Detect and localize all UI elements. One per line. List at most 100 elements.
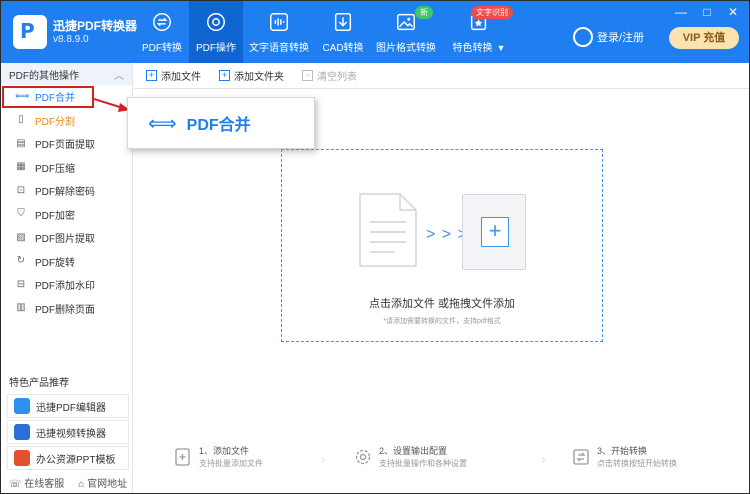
step-title: 2、设置输出配置 bbox=[379, 446, 448, 456]
step-start: 3、开始转换 点击转换按钮开始转换 bbox=[571, 445, 677, 470]
nav-tab-featured[interactable]: 文字识别 特色转换 ▼ bbox=[441, 1, 517, 63]
image-extract-icon: ▨ bbox=[16, 231, 26, 243]
product-label: 迅捷PDF编辑器 bbox=[36, 402, 106, 414]
video-converter-icon bbox=[14, 424, 30, 440]
convert-icon bbox=[573, 449, 589, 465]
ocr-badge: 文字识别 bbox=[471, 6, 513, 19]
watermark-icon: ⊟ bbox=[16, 278, 26, 290]
products-title: 特色产品推荐 bbox=[9, 378, 69, 389]
app-window: P 迅捷PDF转换器 v8.8.9.0 PDF转换 PDF操作 文字语音转换 C… bbox=[0, 0, 750, 494]
cad-icon bbox=[334, 13, 352, 31]
page-extract-icon: ▤ bbox=[16, 137, 26, 149]
add-file-button[interactable]: + 添加文件 bbox=[146, 68, 201, 83]
step-title: 1、添加文件 bbox=[199, 446, 250, 456]
website-link[interactable]: ⌂ 官网地址 bbox=[78, 475, 127, 490]
app-logo: P bbox=[13, 15, 47, 49]
clear-list-button[interactable]: ▫ 清空列表 bbox=[302, 68, 357, 83]
pdf-convert-icon bbox=[153, 13, 171, 31]
user-icon bbox=[573, 27, 593, 47]
maximize-button[interactable]: □ bbox=[701, 5, 713, 19]
merge-icon: ⟺ bbox=[148, 111, 177, 135]
sidebar-item-label: PDF删除页面 bbox=[35, 304, 95, 316]
window-controls: — □ ✕ bbox=[675, 5, 739, 19]
voice-wave-icon bbox=[270, 13, 288, 31]
sidebar-item-label: PDF压缩 bbox=[35, 163, 75, 175]
sidebar-item-label: PDF分割 bbox=[35, 116, 75, 128]
app-version: v8.8.9.0 bbox=[53, 34, 89, 45]
delete-page-icon: ▥ bbox=[16, 302, 26, 314]
sidebar-item-label: PDF加密 bbox=[35, 210, 75, 222]
nav-label: 特色转换 ▼ bbox=[452, 43, 506, 54]
collapse-icon[interactable]: ︿ bbox=[114, 67, 124, 82]
step-separator-icon: › bbox=[321, 451, 326, 467]
sidebar-item-encrypt[interactable]: ⛉ PDF加密 bbox=[1, 203, 132, 227]
ppt-template-icon bbox=[14, 450, 30, 466]
nav-tab-cad[interactable]: CAD转换 bbox=[315, 1, 371, 63]
vip-recharge-button[interactable]: VIP 充值 bbox=[669, 27, 739, 49]
new-badge: 新 bbox=[415, 6, 433, 19]
sidebar-item-rotate[interactable]: ↻ PDF旋转 bbox=[1, 250, 132, 274]
product-ppt-template[interactable]: 办公资源PPT模板 bbox=[7, 446, 129, 470]
sidebar-item-compress[interactable]: ▦ PDF压缩 bbox=[1, 156, 132, 180]
step-desc: 支持批量操作和各种设置 bbox=[379, 459, 467, 468]
sidebar-item-page-extract[interactable]: ▤ PDF页面提取 bbox=[1, 132, 132, 156]
sidebar-item-label: PDF解除密码 bbox=[35, 187, 95, 199]
merge-callout: ⟺ PDF合并 bbox=[127, 97, 315, 149]
sidebar-footer: ☏ 在线客服 ⌂ 官网地址 bbox=[9, 475, 127, 490]
sidebar-item-label: PDF页面提取 bbox=[35, 140, 95, 152]
nav-tab-image[interactable]: 新 图片格式转换 bbox=[371, 1, 441, 63]
add-folder-button[interactable]: + 添加文件夹 bbox=[219, 68, 284, 83]
nav-label: PDF操作 bbox=[196, 43, 236, 54]
toolbar: + 添加文件 + 添加文件夹 ▫ 清空列表 bbox=[134, 63, 749, 89]
step-add-file: 1、添加文件支持批量添加文件 bbox=[173, 445, 263, 470]
product-pdf-editor[interactable]: 迅捷PDF编辑器 bbox=[7, 394, 129, 418]
login-label: 登录/注册 bbox=[597, 32, 645, 44]
sidebar-item-delete-page[interactable]: ▥ PDF删除页面 bbox=[1, 297, 132, 321]
add-folder-icon: + bbox=[219, 70, 230, 81]
sidebar-item-watermark[interactable]: ⊟ PDF添加水印 bbox=[1, 273, 132, 297]
compress-icon: ▦ bbox=[16, 161, 26, 173]
nav-label: PDF转换 bbox=[142, 43, 182, 54]
step-desc: 点击转换按钮开始转换 bbox=[597, 459, 677, 468]
nav-tab-pdf-convert[interactable]: PDF转换 bbox=[135, 1, 189, 63]
chevron-down-icon: ▼ bbox=[496, 43, 506, 53]
step-desc: 支持批量添加文件 bbox=[199, 459, 263, 468]
document-icon bbox=[359, 193, 417, 267]
top-header: P 迅捷PDF转换器 v8.8.9.0 PDF转换 PDF操作 文字语音转换 C… bbox=[1, 1, 749, 63]
product-video-converter[interactable]: 迅捷视频转换器 bbox=[7, 420, 129, 444]
login-button[interactable]: 登录/注册 bbox=[573, 27, 644, 47]
sidebar-item-label: PDF旋转 bbox=[35, 257, 75, 269]
pdf-operate-icon bbox=[207, 13, 225, 31]
callout-label: PDF合并 bbox=[186, 117, 251, 134]
nav-label: 文字语音转换 bbox=[249, 43, 309, 54]
main-nav: PDF转换 PDF操作 文字语音转换 CAD转换 新 图片格式转换 文字识别 特… bbox=[135, 1, 517, 63]
trash-icon: ▫ bbox=[302, 70, 313, 81]
sidebar-section-header[interactable]: PDF的其他操作 ︿ bbox=[1, 63, 132, 85]
sidebar-item-label: PDF图片提取 bbox=[35, 234, 95, 246]
add-file-icon bbox=[175, 448, 190, 466]
nav-tab-pdf-operate[interactable]: PDF操作 bbox=[189, 1, 243, 63]
add-file-icon: + bbox=[146, 70, 157, 81]
step-separator-icon: › bbox=[541, 451, 546, 467]
unlock-icon: ⊡ bbox=[16, 184, 26, 196]
sidebar-item-unlock[interactable]: ⊡ PDF解除密码 bbox=[1, 179, 132, 203]
shield-icon: ⛉ bbox=[17, 208, 25, 220]
add-folder-label: 添加文件夹 bbox=[234, 72, 284, 83]
file-drop-zone[interactable]: > > > + 点击添加文件 或拖拽文件添加 *请添加需要转换的文件，支持pdf… bbox=[281, 149, 603, 342]
gear-icon bbox=[355, 449, 371, 465]
nav-tab-voice[interactable]: 文字语音转换 bbox=[243, 1, 315, 63]
nav-label: 图片格式转换 bbox=[376, 43, 436, 54]
add-file-label: 添加文件 bbox=[161, 72, 201, 83]
add-box[interactable]: + bbox=[462, 194, 526, 270]
sidebar-item-label: PDF添加水印 bbox=[35, 281, 95, 293]
product-label: 迅捷视频转换器 bbox=[36, 428, 106, 440]
minimize-button[interactable]: — bbox=[675, 5, 687, 19]
online-service-link[interactable]: ☏ 在线客服 bbox=[9, 475, 64, 490]
steps-bar: 1、添加文件支持批量添加文件 › 2、设置输出配置支持批量操作和各种设置 › 3… bbox=[171, 445, 731, 475]
plus-icon: + bbox=[481, 217, 509, 247]
dropzone-subtitle: *请添加需要转换的文件，支持pdf格式 bbox=[383, 318, 501, 325]
step-settings: 2、设置输出配置支持批量操作和各种设置 bbox=[353, 445, 467, 470]
close-button[interactable]: ✕ bbox=[727, 5, 739, 19]
nav-label: CAD转换 bbox=[322, 43, 364, 54]
sidebar-item-image-extract[interactable]: ▨ PDF图片提取 bbox=[1, 226, 132, 250]
